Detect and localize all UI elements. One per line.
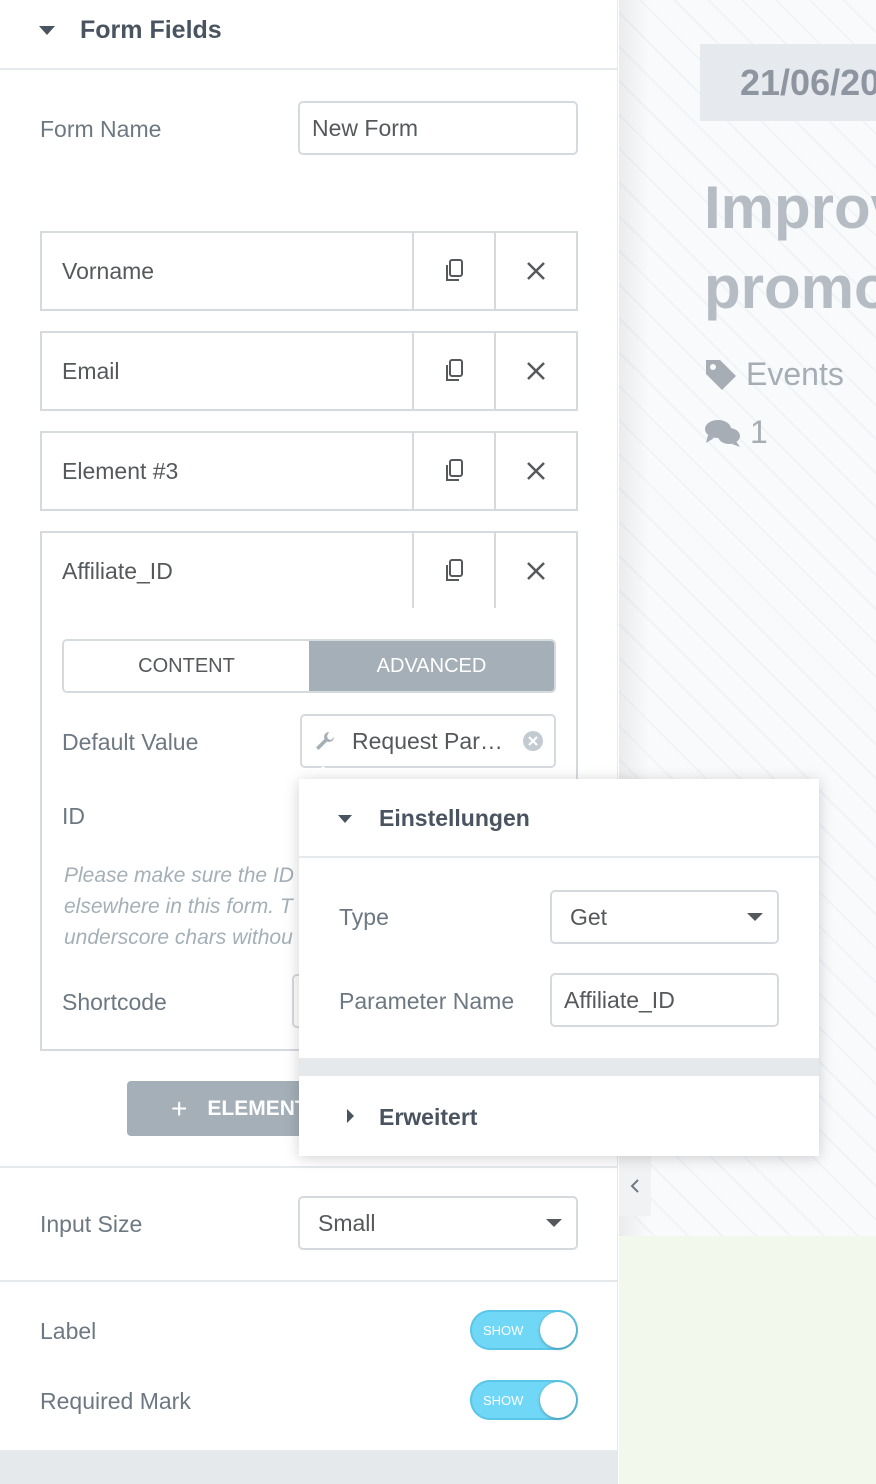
- wrench-icon: [316, 732, 334, 750]
- collapse-panel-button[interactable]: [619, 1156, 651, 1216]
- form-fields-section-header[interactable]: Form Fields: [0, 0, 618, 70]
- category-text: Events: [746, 356, 844, 392]
- type-select[interactable]: Get: [550, 890, 779, 944]
- divider: [0, 1166, 618, 1168]
- duplicate-button[interactable]: [412, 333, 494, 409]
- post-title-line: Improv: [704, 174, 876, 241]
- caret-down-icon: [39, 26, 55, 35]
- content-advanced-tabs: CONTENT ADVANCED: [62, 639, 556, 693]
- copy-icon: [446, 459, 463, 481]
- input-size-label: Input Size: [40, 1211, 143, 1237]
- post-title-line: promo: [704, 254, 876, 321]
- remove-button[interactable]: [494, 333, 576, 409]
- toggle-text: SHOW: [483, 1392, 524, 1408]
- required-mark-label: Required Mark: [40, 1388, 191, 1414]
- post-comments: 1: [704, 414, 768, 451]
- copy-icon: [446, 259, 463, 281]
- copy-icon: [446, 559, 463, 581]
- plus-icon: +: [171, 1092, 188, 1124]
- toggle-knob: [540, 1312, 576, 1348]
- duplicate-button[interactable]: [412, 533, 494, 609]
- tag-icon: [706, 359, 736, 390]
- tab-advanced[interactable]: ADVANCED: [309, 641, 554, 691]
- default-value-label: Default Value: [62, 729, 199, 755]
- repeater-item-title: Vorname: [62, 257, 155, 284]
- default-value-dynamic-input[interactable]: Request Par…: [300, 714, 556, 768]
- repeater-item-title: Element #3: [62, 457, 179, 484]
- editor-panel: Form Fields Form Name New Form Vorname E…: [0, 0, 618, 1484]
- close-icon: [527, 262, 545, 280]
- section-title: Form Fields: [80, 16, 222, 44]
- preview-footer-area: [619, 1236, 876, 1484]
- label-toggle[interactable]: SHOW: [470, 1310, 578, 1350]
- type-value: Get: [570, 903, 608, 930]
- toggle-knob: [540, 1382, 576, 1418]
- post-date: 21/06/20: [700, 44, 876, 121]
- next-section-bar: [0, 1450, 618, 1484]
- required-mark-toggle[interactable]: SHOW: [470, 1380, 578, 1420]
- chevron-down-icon: [546, 1219, 562, 1227]
- parameter-name-label: Parameter Name: [339, 988, 515, 1014]
- remove-button[interactable]: [494, 533, 576, 609]
- default-value-text: Request Par…: [352, 727, 503, 754]
- shortcode-label: Shortcode: [62, 989, 167, 1015]
- close-icon: [527, 562, 545, 580]
- parameter-name-input[interactable]: Affiliate_ID: [550, 973, 779, 1027]
- chevron-left-icon: [630, 1179, 639, 1193]
- input-size-value: Small: [318, 1209, 376, 1236]
- repeater-item-title: Affiliate_ID: [62, 557, 173, 584]
- id-label: ID: [62, 803, 85, 829]
- duplicate-button[interactable]: [412, 433, 494, 509]
- remove-button[interactable]: [494, 233, 576, 309]
- post-category: Events: [704, 356, 844, 393]
- form-name-input[interactable]: New Form: [298, 101, 578, 155]
- comments-icon: [705, 419, 740, 447]
- divider: [0, 1280, 618, 1282]
- clear-icon[interactable]: [522, 730, 544, 752]
- close-icon: [527, 462, 545, 480]
- repeater-item[interactable]: Element #3: [40, 431, 578, 511]
- close-icon: [527, 362, 545, 380]
- repeater-item[interactable]: Email: [40, 331, 578, 411]
- toggle-text: SHOW: [483, 1322, 524, 1338]
- repeater-item-title: Email: [62, 357, 120, 384]
- copy-icon: [446, 359, 463, 381]
- tab-content[interactable]: CONTENT: [64, 641, 309, 691]
- form-name-label: Form Name: [40, 116, 162, 142]
- advanced-title: Erweitert: [379, 1104, 478, 1130]
- caret-down-icon: [338, 815, 352, 823]
- type-label: Type: [339, 904, 389, 930]
- label-toggle-label: Label: [40, 1318, 97, 1344]
- repeater-item[interactable]: Vorname: [40, 231, 578, 311]
- input-size-select[interactable]: Small: [298, 1196, 578, 1250]
- repeater-item-active[interactable]: Affiliate_ID: [40, 531, 578, 611]
- popover-separator: [299, 1058, 819, 1076]
- popover-arrow: [307, 766, 339, 780]
- remove-button[interactable]: [494, 433, 576, 509]
- add-element-label: ELEMENT: [207, 1096, 308, 1120]
- settings-title: Einstellungen: [379, 805, 530, 831]
- duplicate-button[interactable]: [412, 233, 494, 309]
- settings-section-header[interactable]: Einstellungen: [299, 779, 819, 858]
- dynamic-settings-popover: Einstellungen Type Get Parameter Name Af…: [299, 779, 819, 1156]
- advanced-section-header[interactable]: Erweitert: [299, 1076, 819, 1156]
- caret-right-icon: [347, 1109, 354, 1123]
- post-title: Improv promo: [704, 168, 876, 328]
- comments-count: 1: [750, 414, 768, 450]
- chevron-down-icon: [747, 913, 763, 921]
